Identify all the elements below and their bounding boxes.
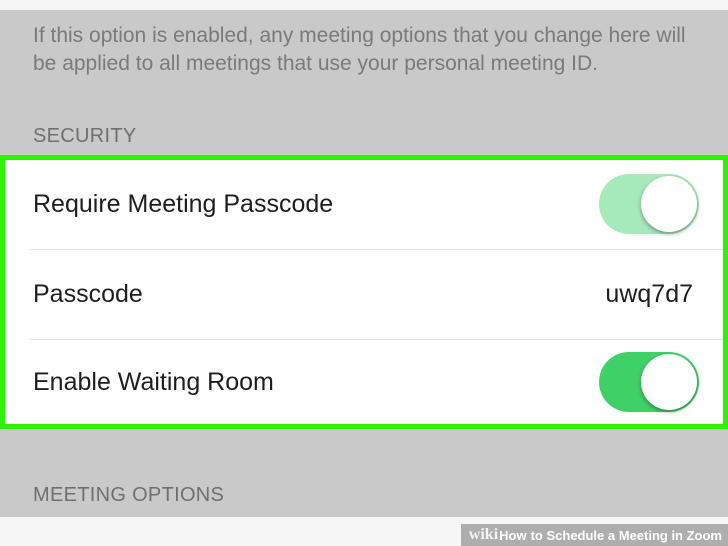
require-passcode-toggle[interactable] bbox=[599, 174, 699, 234]
top-sheet-edge bbox=[0, 0, 728, 10]
require-passcode-row[interactable]: Require Meeting Passcode bbox=[5, 160, 723, 248]
require-passcode-label: Require Meeting Passcode bbox=[33, 189, 334, 218]
passcode-row[interactable]: Passcode uwq7d7 bbox=[5, 250, 723, 338]
security-section-header: SECURITY bbox=[33, 125, 137, 147]
passcode-value: uwq7d7 bbox=[605, 279, 693, 308]
waiting-room-label: Enable Waiting Room bbox=[33, 367, 274, 396]
waiting-room-row[interactable]: Enable Waiting Room bbox=[5, 340, 723, 424]
watermark-title: to Schedule a Meeting in Zoom bbox=[530, 527, 722, 543]
watermark-brand: wiki bbox=[468, 526, 499, 543]
waiting-room-toggle[interactable] bbox=[599, 352, 699, 412]
wikihow-watermark: wiki How to Schedule a Meeting in Zoom bbox=[460, 524, 728, 546]
meeting-options-section-header: MEETING OPTIONS bbox=[33, 484, 225, 506]
security-settings-card: Require Meeting Passcode Passcode uwq7d7… bbox=[0, 155, 728, 429]
watermark-how: How bbox=[499, 527, 527, 543]
toggle-knob bbox=[641, 354, 697, 410]
toggle-knob bbox=[641, 176, 697, 232]
passcode-label: Passcode bbox=[33, 279, 143, 308]
personal-meeting-id-info-text: If this option is enabled, any meeting o… bbox=[33, 24, 686, 75]
